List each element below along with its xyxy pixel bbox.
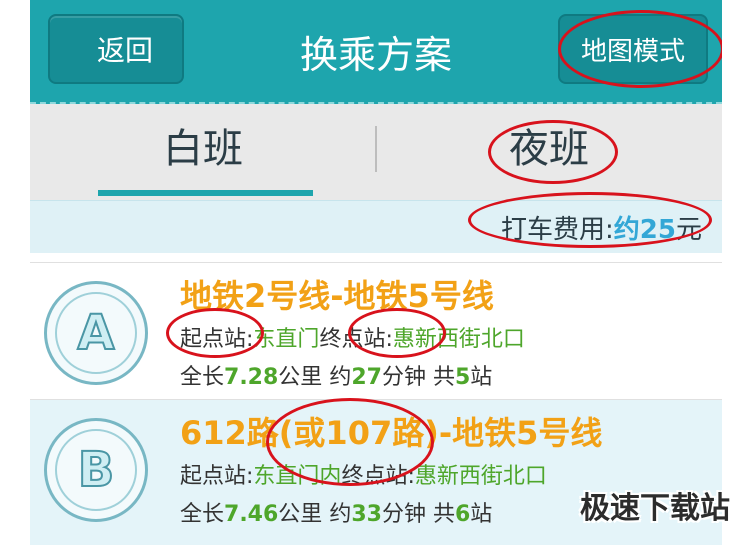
route-b-stats: 全长7.46公里 约33分钟 共6站 [180,496,492,528]
watermark-text: 极速下载站 [580,491,730,526]
route-a-time: 27 [351,365,382,390]
route-a-name: 地铁2号线-地铁5号线 [180,277,494,315]
route-b-time-prefix: 约 [329,502,352,527]
route-b-time-unit: 分钟 [381,502,426,527]
route-badge-b-letter: B [55,429,137,511]
active-tab-indicator [98,190,313,196]
map-mode-button[interactable]: 地图模式 [558,14,708,84]
route-a-start: 东直门 [253,327,320,352]
route-b-stops-prefix: 共 [432,502,455,527]
taxi-fare-text: 打车费用:约25元 [501,209,702,246]
route-a-length: 7.28 [224,365,279,390]
route-b-stops: 6 [454,502,471,527]
taxi-fare-bar: 打车费用:约25元 [30,200,722,253]
route-b-stations: 起点站:东直门内终点站:惠新西街北口 [180,458,547,490]
route-b-length-unit: 公里 [278,502,323,527]
route-b-start-label: 起点站: [180,464,254,489]
route-a-length-unit: 公里 [278,365,323,390]
taxi-fare-approx: 约 [613,215,640,245]
route-badge-b: B [44,418,148,522]
tab-day-shift[interactable]: 白班 [30,104,376,200]
route-b-name: 612路(或107路)-地铁5号线 [180,414,603,452]
route-b-end: 惠新西街北口 [414,464,547,489]
route-item-a[interactable]: A 地铁2号线-地铁5号线 起点站:东直门终点站:惠新西街北口 全长7.28公里… [30,262,722,400]
route-a-start-label: 起点站: [180,327,254,352]
back-button-label: 返回 [96,34,153,67]
shift-tabs: 白班 夜班 [30,104,722,200]
route-b-start: 东直门内 [253,464,342,489]
route-badge-a: A [44,281,148,385]
route-a-end-label: 终点站: [319,327,393,352]
route-badge-a-letter: A [55,292,137,374]
route-b-end-label: 终点站: [341,464,415,489]
route-b-stops-unit: 站 [470,502,493,527]
route-a-stops-prefix: 共 [432,365,455,390]
route-a-time-prefix: 约 [329,365,352,390]
route-a-stats: 全长7.28公里 约27分钟 共5站 [180,359,492,391]
route-a-stations: 起点站:东直门终点站:惠新西街北口 [180,321,525,353]
route-a-end: 惠新西街北口 [392,327,525,352]
route-b-length-prefix: 全长 [180,502,225,527]
taxi-fare-amount: 25 [639,215,676,245]
tab-night-shift[interactable]: 夜班 [376,104,722,200]
taxi-fare-label: 打车费用: [501,215,614,245]
header-bar: 返回 换乘方案 地图模式 [30,0,722,104]
taxi-fare-unit: 元 [675,215,702,245]
route-a-length-prefix: 全长 [180,365,225,390]
route-a-stops-unit: 站 [470,365,493,390]
route-a-time-unit: 分钟 [381,365,426,390]
route-a-stops: 5 [454,365,471,390]
transfer-plan-screen: 返回 换乘方案 地图模式 白班 夜班 打车费用:约25元 A 地铁2号线-地铁5… [30,0,722,545]
route-b-length: 7.46 [224,502,279,527]
route-b-time: 33 [351,502,382,527]
